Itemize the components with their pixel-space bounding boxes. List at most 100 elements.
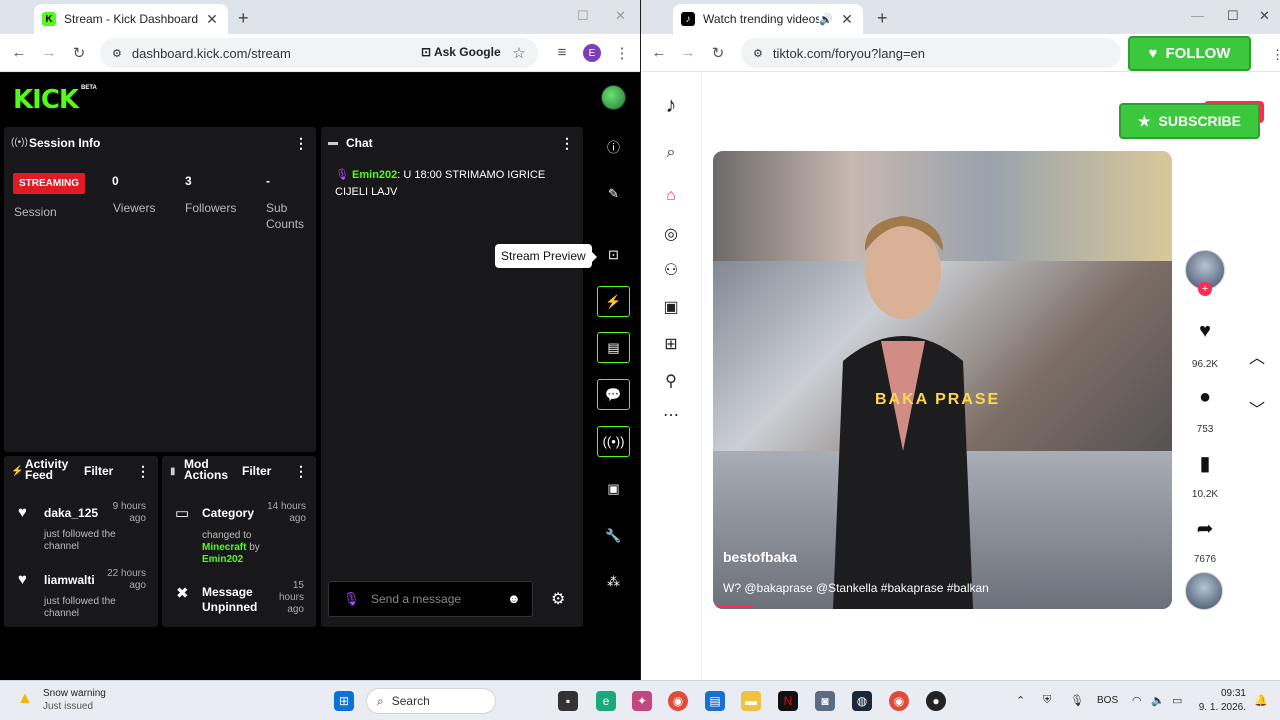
back-icon[interactable]: ← <box>10 44 28 61</box>
audio-playing-icon[interactable]: 🔊 <box>819 13 833 26</box>
stream-preview-icon[interactable]: ⊡ <box>597 239 630 270</box>
clock-time[interactable]: 09:31 <box>1218 688 1246 699</box>
windows-start-icon[interactable]: ⊞ <box>334 691 354 711</box>
user-avatar[interactable] <box>601 85 626 110</box>
following-icon[interactable]: ⚇ <box>661 260 681 280</box>
close-icon[interactable]: ✕ <box>839 11 855 28</box>
mic-icon[interactable]: 🎙 <box>343 591 360 607</box>
previous-video-chevron-up-icon[interactable]: ︿ <box>1249 344 1265 368</box>
chevron-up-icon[interactable]: ⌃ <box>1016 694 1025 707</box>
volume-icon[interactable]: 🔈 <box>1151 694 1165 707</box>
video-progress-bar[interactable] <box>713 605 753 608</box>
chat-input[interactable]: 🎙 Send a message ☻ <box>328 581 533 617</box>
close-icon[interactable]: ✕ <box>204 11 220 28</box>
wifi-icon[interactable]: ◠ <box>1132 694 1142 707</box>
chat-settings-gear-icon[interactable]: ⚙ <box>551 589 565 609</box>
video-player[interactable]: BAKA PRASE bestofbaka W? @bakaprase @Sta… <box>713 151 1172 609</box>
site-info-icon[interactable]: ⚙ <box>112 47 122 60</box>
copilot-icon[interactable]: ✦ <box>632 691 652 711</box>
search-icon[interactable]: ⌕ <box>661 144 681 162</box>
chrome-icon[interactable]: ◉ <box>668 691 688 711</box>
like-heart-icon[interactable]: ♥ <box>1190 320 1220 343</box>
close-window-icon[interactable]: ✕ <box>1259 8 1270 24</box>
steam-icon[interactable]: ◍ <box>852 691 872 711</box>
kick-logo[interactable]: KICK <box>13 85 79 115</box>
microphone-icon[interactable]: 🎙 <box>1070 694 1084 707</box>
activity-filter-button[interactable]: Filter <box>84 464 113 478</box>
ask-google-button[interactable]: ⊡ Ask Google <box>421 45 501 59</box>
media-controls-icon[interactable]: ≡ <box>553 44 571 61</box>
quick-actions-icon[interactable]: ⚡ <box>597 286 630 317</box>
share-icon[interactable]: ➦ <box>1190 516 1220 541</box>
sound-avatar[interactable] <box>1185 572 1223 610</box>
forward-icon[interactable]: → <box>40 44 58 61</box>
back-icon[interactable]: ← <box>650 44 668 61</box>
clock-date[interactable]: 9. 1. 2026. <box>1196 702 1246 713</box>
profile-avatar[interactable]: E <box>583 44 601 62</box>
follow-plus-icon[interactable]: + <box>1198 282 1212 296</box>
integrations-icon[interactable]: ⁂ <box>597 566 630 597</box>
battery-icon[interactable]: ▭ <box>1172 694 1182 707</box>
warning-icon[interactable]: ▲ <box>17 690 33 708</box>
profile-icon[interactable]: ⚲ <box>661 371 681 391</box>
home-icon[interactable]: ⌂ <box>661 187 681 205</box>
video-caption[interactable]: W? @bakaprase @Stankella #bakaprase #bal… <box>723 581 989 595</box>
broadcast-toggle-icon[interactable]: ((•)) <box>597 426 630 457</box>
minimize-icon[interactable]: — <box>1191 8 1204 23</box>
mod-item-time: 15 hours ago <box>278 580 304 615</box>
explore-icon[interactable]: ◎ <box>661 224 681 244</box>
tab-kick-dashboard[interactable]: K Stream - Kick Dashboard ✕ <box>34 4 228 34</box>
maximize-icon[interactable]: ☐ <box>1227 8 1239 24</box>
next-video-chevron-down-icon[interactable]: ﹀ <box>1249 396 1265 420</box>
more-icon[interactable]: ⋯ <box>661 405 681 425</box>
chat-menu-icon[interactable]: ⋮ <box>560 135 574 152</box>
activity-item-name[interactable]: liamwalti <box>44 573 95 587</box>
close-window-icon[interactable]: ✕ <box>615 8 626 24</box>
tab-tiktok[interactable]: ♪ Watch trending videos for y 🔊 ✕ <box>673 4 863 34</box>
emoji-icon[interactable]: ☻ <box>507 591 521 606</box>
new-tab-icon[interactable]: + <box>238 8 249 29</box>
reload-icon[interactable]: ↻ <box>709 44 727 62</box>
layout-icon[interactable]: ▣ <box>597 473 630 504</box>
chat-username[interactable]: Emin202 <box>352 169 397 181</box>
mod-filter-button[interactable]: Filter <box>242 464 271 478</box>
chat-toggle-icon[interactable]: 💬 <box>597 379 630 410</box>
language-indicator[interactable]: BOS <box>1097 695 1118 706</box>
activity-item-name[interactable]: daka_125 <box>44 506 98 520</box>
mod-menu-icon[interactable]: ⋮ <box>294 463 308 480</box>
live-icon[interactable]: ▣ <box>661 297 681 317</box>
menu-icon[interactable]: ⋮ <box>613 44 631 62</box>
comment-icon[interactable]: ● <box>1190 386 1220 409</box>
info-icon[interactable]: ⓘ <box>597 131 630 162</box>
upload-icon[interactable]: ⊞ <box>661 334 681 354</box>
video-author[interactable]: bestofbaka <box>723 549 797 565</box>
task-view-icon[interactable]: ▪ <box>558 691 578 711</box>
session-info-menu-icon[interactable]: ⋮ <box>294 135 308 152</box>
taskbar-search[interactable]: ⌕ Search <box>366 688 496 714</box>
menu-icon[interactable]: ⋮ <box>1271 47 1280 63</box>
bookmark-star-icon[interactable]: ☆ <box>510 44 528 62</box>
bookmark-icon[interactable]: ▮ <box>1190 451 1220 476</box>
tiktok-logo-icon[interactable]: ♪ <box>661 92 681 118</box>
file-explorer-icon[interactable]: ▬ <box>741 691 761 711</box>
netflix-icon[interactable]: N <box>778 691 798 711</box>
security-icon[interactable]: ⛨ <box>1043 694 1051 707</box>
new-tab-icon[interactable]: + <box>877 8 888 29</box>
mod-item-name: Category <box>202 506 255 520</box>
camera-icon[interactable]: ◙ <box>815 691 835 711</box>
obs-icon[interactable]: ● <box>926 691 946 711</box>
forward-icon[interactable]: → <box>679 44 697 61</box>
notification-bell-icon[interactable]: 🔔 <box>1254 694 1268 707</box>
activity-menu-icon[interactable]: ⋮ <box>136 463 150 480</box>
site-info-icon[interactable]: ⚙ <box>753 47 763 60</box>
chrome-profile-icon[interactable]: ◉ <box>889 691 909 711</box>
maximize-icon[interactable]: ☐ <box>577 8 589 24</box>
edge-icon[interactable]: e <box>596 691 616 711</box>
weather-title[interactable]: Snow warning <box>43 688 106 699</box>
address-bar[interactable]: ⚙ tiktok.com/foryou?lang=en <box>741 38 1121 68</box>
tools-wrench-icon[interactable]: 🔧 <box>597 520 630 551</box>
notes-icon[interactable]: ▤ <box>597 332 630 363</box>
edit-pencil-icon[interactable]: ✎ <box>597 178 630 209</box>
store-icon[interactable]: ▤ <box>705 691 725 711</box>
reload-icon[interactable]: ↻ <box>70 44 88 62</box>
